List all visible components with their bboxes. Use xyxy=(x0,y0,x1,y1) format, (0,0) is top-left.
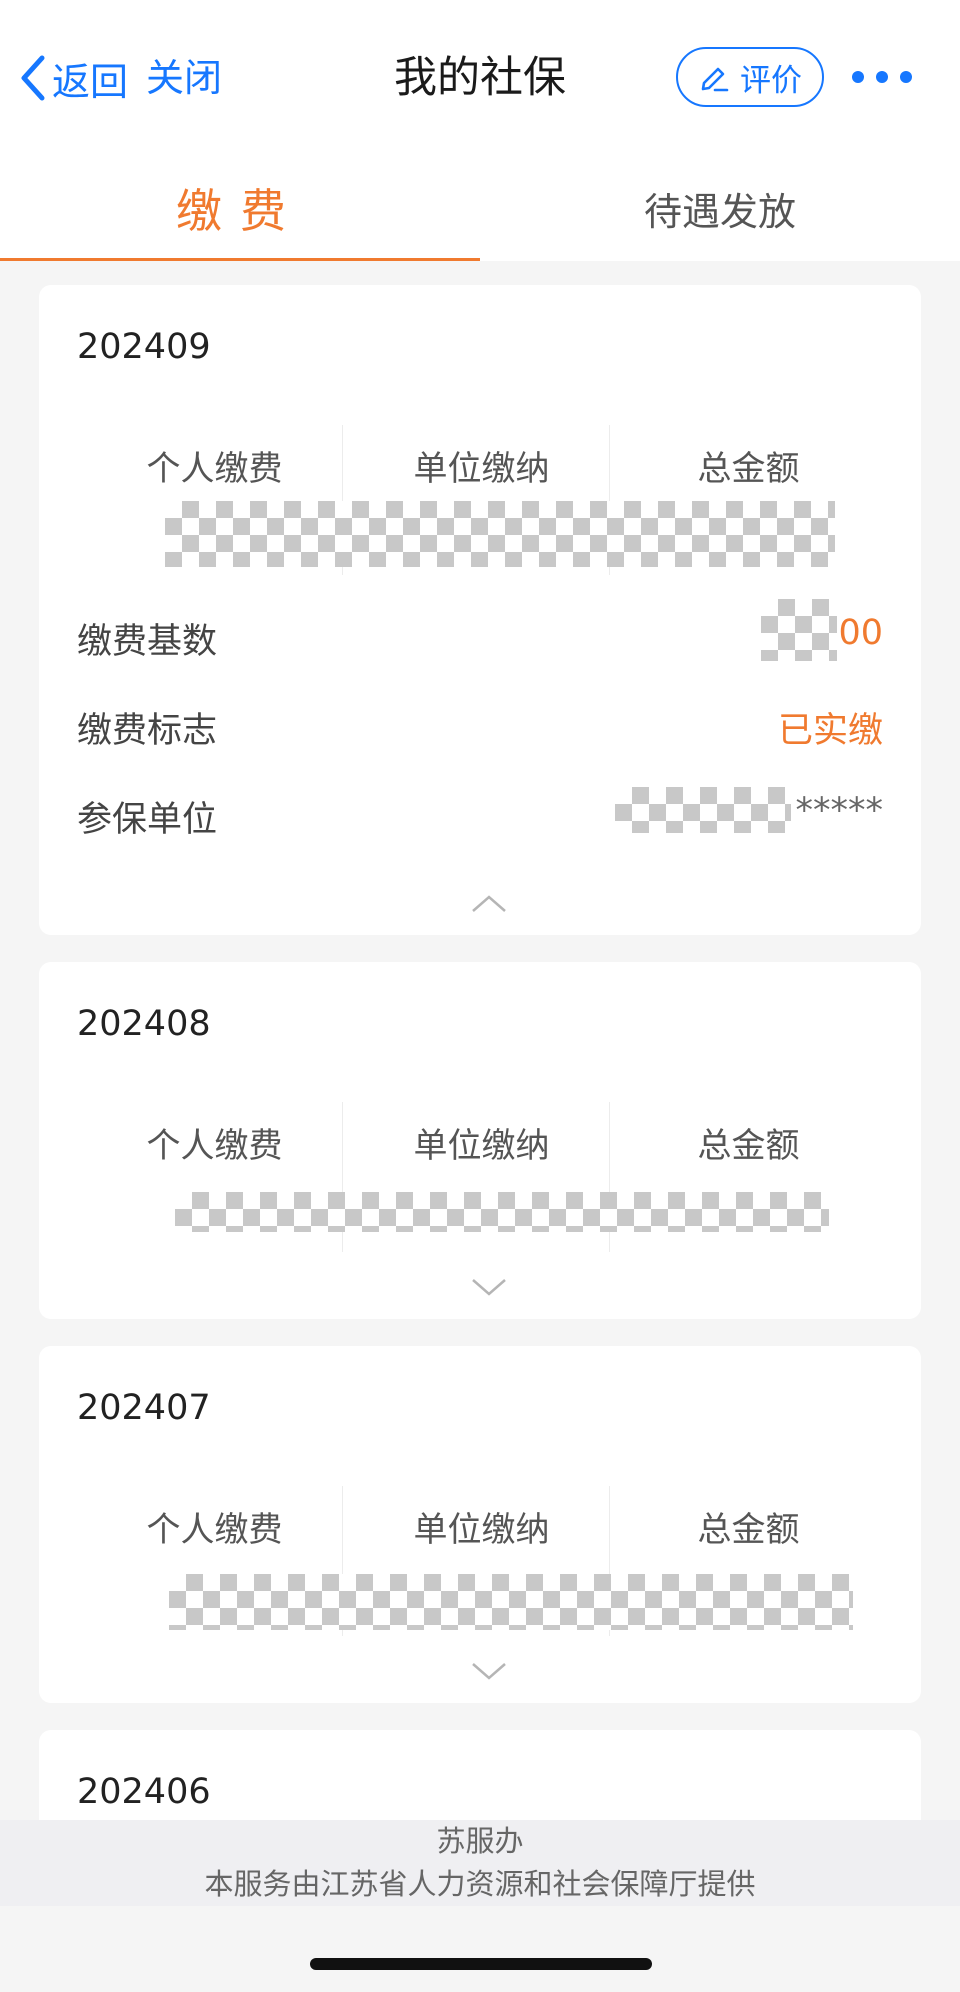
detail-label: 参保单位 xyxy=(77,800,218,840)
more-dot xyxy=(852,71,864,83)
edit-icon xyxy=(701,67,729,92)
close-button[interactable]: 关闭 xyxy=(146,50,222,106)
employer-value: ***** xyxy=(795,791,884,831)
chevron-left-icon xyxy=(21,55,45,101)
column-total: 总金额 xyxy=(697,1510,800,1550)
screen: 返回 关闭 我的社保 评价 缴费 待遇发放 202409 个人缴费 单位缴纳 总… xyxy=(0,0,960,1992)
record-month: 202406 xyxy=(77,1772,211,1812)
more-dot xyxy=(876,71,888,83)
chevron-down-icon[interactable] xyxy=(469,1660,509,1682)
detail-label: 缴费基数 xyxy=(77,622,218,662)
masked-value xyxy=(615,787,791,833)
masked-amounts xyxy=(175,1192,829,1232)
tab-benefits[interactable]: 待遇发放 xyxy=(480,155,960,261)
tab-payment[interactable]: 缴费 xyxy=(0,155,480,261)
rate-button[interactable]: 评价 xyxy=(676,47,824,107)
detail-label: 缴费标志 xyxy=(77,711,218,751)
back-button[interactable]: 返回 xyxy=(18,50,128,106)
record-month: 202409 xyxy=(77,327,211,367)
masked-amounts xyxy=(165,501,835,567)
masked-value xyxy=(761,599,837,661)
more-icon[interactable] xyxy=(852,60,912,94)
column-total: 总金额 xyxy=(697,449,800,489)
payment-record-card: 202409 个人缴费 单位缴纳 总金额 缴费基数 00 缴费标志 已实缴 参保… xyxy=(39,285,921,935)
column-employer: 单位缴纳 xyxy=(413,1510,550,1550)
column-personal: 个人缴费 xyxy=(146,1126,283,1166)
column-personal: 个人缴费 xyxy=(146,449,283,489)
footer-title: 苏服办 xyxy=(436,1824,524,1858)
footer: 苏服办 本服务由江苏省人力资源和社会保障厅提供 xyxy=(0,1820,960,1906)
more-dot xyxy=(900,71,912,83)
home-indicator xyxy=(310,1958,652,1970)
nav-bar: 返回 关闭 我的社保 评价 xyxy=(0,0,960,155)
page-title: 我的社保 xyxy=(394,53,566,103)
column-employer: 单位缴纳 xyxy=(413,449,550,489)
back-label: 返回 xyxy=(52,59,129,104)
tab-bar: 缴费 待遇发放 xyxy=(0,155,960,261)
rate-label: 评价 xyxy=(740,62,802,99)
masked-amounts xyxy=(169,1574,853,1630)
payment-record-card: 202408 个人缴费 单位缴纳 总金额 xyxy=(39,962,921,1319)
record-month: 202408 xyxy=(77,1004,211,1044)
column-personal: 个人缴费 xyxy=(146,1510,283,1550)
column-total: 总金额 xyxy=(697,1126,800,1166)
chevron-up-icon[interactable] xyxy=(469,893,509,915)
footer-subtitle: 本服务由江苏省人力资源和社会保障厅提供 xyxy=(204,1867,756,1901)
record-month: 202407 xyxy=(77,1388,211,1428)
chevron-down-icon[interactable] xyxy=(469,1276,509,1298)
payment-record-card: 202407 个人缴费 单位缴纳 总金额 xyxy=(39,1346,921,1703)
column-employer: 单位缴纳 xyxy=(413,1126,550,1166)
payment-status-value: 已实缴 xyxy=(777,711,883,751)
payment-base-value: 00 xyxy=(838,613,883,653)
